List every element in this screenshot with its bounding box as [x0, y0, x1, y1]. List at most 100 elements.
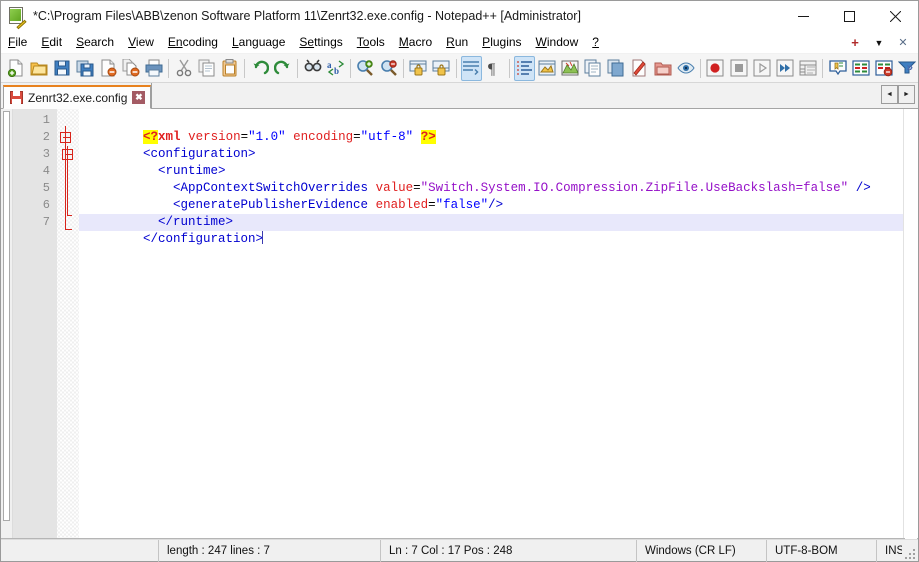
word-wrap-button[interactable]	[460, 55, 482, 81]
tab-zenrt32-exe-config[interactable]: Zenrt32.exe.config ✖	[3, 85, 152, 109]
fold-line-level2	[67, 146, 68, 215]
token: "utf-8"	[360, 130, 414, 144]
menu-file[interactable]: File	[1, 33, 34, 51]
tab-bar: Zenrt32.exe.config ✖ ◄ ►	[1, 83, 918, 109]
status-eol-format[interactable]: Windows (CR LF)	[637, 539, 767, 562]
folder-as-workspace-button[interactable]	[652, 56, 673, 81]
fold-row	[57, 129, 79, 146]
user-defined-dialog-button[interactable]	[537, 56, 558, 81]
menu-plugins[interactable]: Plugins	[475, 33, 528, 51]
token: "1.0"	[248, 130, 286, 144]
token: />	[488, 198, 504, 212]
menu-edit[interactable]: Edit	[34, 33, 69, 51]
sync-horizontal-scroll-button[interactable]	[431, 56, 452, 81]
line-number: 4	[42, 164, 50, 178]
copy-button[interactable]	[196, 56, 217, 81]
vertical-scrollbar-thumb[interactable]	[905, 109, 917, 539]
record-macro-button[interactable]	[705, 56, 726, 81]
notepad-plus-plus-icon	[8, 7, 27, 30]
menu-settings[interactable]: Settings	[292, 33, 349, 51]
maximize-icon[interactable]	[826, 1, 872, 31]
token: =	[240, 130, 249, 144]
unsaved-changes-icon	[10, 91, 23, 104]
document-map-thumb[interactable]	[3, 111, 10, 521]
save-macro-button[interactable]	[797, 56, 818, 81]
toolbar-separator	[700, 58, 701, 78]
save-button[interactable]	[51, 56, 72, 81]
window-controls	[780, 1, 918, 31]
tab-scroll-right-icon[interactable]: ►	[898, 85, 915, 104]
resize-grip-icon[interactable]	[902, 540, 918, 562]
code-text-area[interactable]: <?xml version="1.0" encoding="utf-8" ?> …	[79, 109, 903, 538]
show-indent-guide-button[interactable]	[513, 55, 535, 81]
tab-scroll-left-icon[interactable]: ◄	[881, 85, 898, 104]
redo-button[interactable]	[272, 56, 293, 81]
toolbar: a b ¶ »	[1, 54, 918, 83]
monitoring-button[interactable]	[629, 56, 650, 81]
token: <?	[143, 130, 159, 144]
token: value	[375, 181, 414, 195]
document-list-button[interactable]	[606, 56, 627, 81]
status-insert-mode[interactable]: INS	[877, 540, 902, 562]
status-bar: length : 247 lines : 7 Ln : 7 Col : 17 P…	[1, 539, 918, 562]
show-all-characters-button[interactable]: ¶	[484, 56, 505, 81]
menu-help[interactable]: ?	[585, 33, 606, 51]
save-all-button[interactable]	[74, 56, 95, 81]
menu-run[interactable]: Run	[439, 33, 475, 51]
remove-duplicate-lines-button[interactable]	[850, 56, 871, 81]
stop-macro-button[interactable]	[728, 56, 749, 81]
tab-scroll-controls: ◄ ►	[881, 85, 915, 104]
run-macro-multiple-button[interactable]	[774, 56, 795, 81]
status-caret-info: Ln : 7 Col : 17 Pos : 248	[381, 539, 637, 562]
new-tab-plus-icon[interactable]: +	[844, 32, 866, 53]
menu-window[interactable]: Window	[529, 33, 586, 51]
fold-margin[interactable]	[57, 109, 79, 538]
token: =	[428, 198, 436, 212]
sync-vertical-scroll-button[interactable]	[408, 56, 429, 81]
menu-tools[interactable]: Tools	[350, 33, 392, 51]
print-button[interactable]	[143, 56, 164, 81]
fold-row	[57, 197, 79, 214]
cut-button[interactable]	[173, 56, 194, 81]
status-encoding[interactable]: UTF-8-BOM	[767, 539, 877, 562]
menu-language[interactable]: Language	[225, 33, 292, 51]
token: <runtime>	[143, 164, 226, 178]
paste-button[interactable]	[219, 56, 240, 81]
close-all-button[interactable]	[120, 56, 141, 81]
tab-close-icon[interactable]: ✖	[132, 91, 146, 104]
token: encoding	[293, 130, 354, 144]
open-file-button[interactable]	[28, 56, 49, 81]
minimize-icon[interactable]	[780, 1, 826, 31]
toolbar-separator	[455, 58, 457, 78]
status-language	[1, 539, 159, 562]
menu-macro[interactable]: Macro	[392, 33, 439, 51]
play-macro-button[interactable]	[751, 56, 772, 81]
tab-list-dropdown-icon[interactable]: ▼	[868, 32, 890, 53]
vertical-scrollbar[interactable]	[903, 109, 918, 539]
menu-view[interactable]: View	[121, 33, 161, 51]
zoom-out-button[interactable]	[378, 56, 399, 81]
toolbar-separator	[403, 58, 404, 78]
new-file-button[interactable]	[5, 56, 26, 81]
document-map-button[interactable]	[560, 56, 581, 81]
toolbar-overflow-icon[interactable]: »	[906, 60, 913, 74]
token: "Switch.System.IO.Compression.ZipFile.Us…	[420, 181, 849, 195]
line-number: 6	[42, 198, 50, 212]
code-line-1[interactable]: <?xml version="1.0" encoding="utf-8" ?>	[79, 112, 903, 144]
menu-encoding[interactable]: Encoding	[161, 33, 225, 51]
preview-button[interactable]	[675, 56, 696, 81]
replace-button[interactable]: a b	[325, 56, 346, 81]
bookmark-button[interactable]	[827, 56, 848, 81]
remove-empty-lines-button[interactable]	[873, 56, 894, 81]
document-map-strip[interactable]	[1, 109, 13, 538]
close-document-icon[interactable]: ✕	[892, 32, 914, 53]
close-icon[interactable]	[872, 1, 918, 31]
zoom-in-button[interactable]	[355, 56, 376, 81]
toolbar-separator	[297, 58, 299, 78]
find-button[interactable]	[302, 56, 323, 81]
undo-button[interactable]	[249, 56, 270, 81]
function-list-button[interactable]	[583, 56, 604, 81]
close-button[interactable]	[97, 56, 118, 81]
menu-search[interactable]: Search	[69, 33, 121, 51]
